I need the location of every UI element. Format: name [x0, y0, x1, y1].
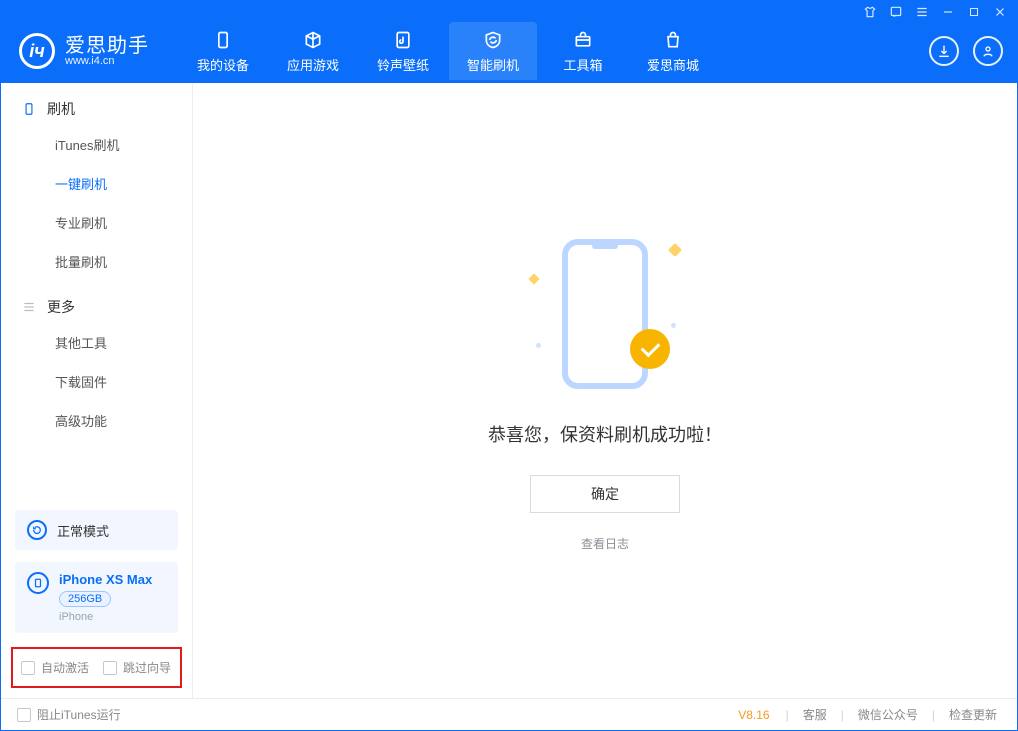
close-icon[interactable] — [993, 5, 1007, 19]
nav-label: 爱思商城 — [647, 55, 699, 74]
sidebar-section-label: 更多 — [47, 297, 75, 317]
device-name: iPhone XS Max — [59, 572, 152, 587]
header: iч 爱思助手 www.i4.cn 我的设备 应用游戏 铃声壁纸 智能刷机 工具… — [1, 23, 1017, 83]
footer-link-update[interactable]: 检查更新 — [945, 706, 1001, 723]
sidebar-section-more: 更多 — [1, 281, 192, 323]
body: 刷机 iTunes刷机 一键刷机 专业刷机 批量刷机 更多 其他工具 下载固件 … — [1, 83, 1017, 698]
footer-link-support[interactable]: 客服 — [799, 706, 831, 723]
top-nav: 我的设备 应用游戏 铃声壁纸 智能刷机 工具箱 爱思商城 — [179, 22, 717, 80]
toolbox-icon — [572, 29, 594, 51]
user-icon[interactable] — [973, 36, 1003, 66]
app-name-en: www.i4.cn — [65, 56, 149, 67]
sidebar-item-oneclick-flash[interactable]: 一键刷机 — [1, 164, 192, 203]
nav-label: 铃声壁纸 — [377, 55, 429, 74]
refresh-shield-icon — [482, 29, 504, 51]
nav-flash[interactable]: 智能刷机 — [449, 22, 537, 80]
footer: 阻止iTunes运行 V8.16 | 客服 | 微信公众号 | 检查更新 — [1, 698, 1017, 730]
feedback-icon[interactable] — [889, 5, 903, 19]
sidebar-item-download-firmware[interactable]: 下载固件 — [1, 362, 192, 401]
download-icon[interactable] — [929, 36, 959, 66]
sidebar-list-flash: iTunes刷机 一键刷机 专业刷机 批量刷机 — [1, 125, 192, 281]
success-illustration — [530, 233, 680, 403]
checkbox-icon — [103, 661, 117, 675]
device-icon-small — [27, 572, 49, 594]
view-log-link[interactable]: 查看日志 — [581, 535, 629, 552]
nav-my-device[interactable]: 我的设备 — [179, 22, 267, 80]
mode-card[interactable]: 正常模式 — [15, 510, 178, 550]
footer-link-wechat[interactable]: 微信公众号 — [854, 706, 922, 723]
opt-label: 自动激活 — [41, 659, 89, 676]
checkbox-icon — [17, 708, 31, 722]
sidebar-item-advanced[interactable]: 高级功能 — [1, 401, 192, 440]
opt-skip-guide[interactable]: 跳过向导 — [103, 659, 171, 676]
nav-store[interactable]: 爱思商城 — [629, 22, 717, 80]
logo[interactable]: iч 爱思助手 www.i4.cn — [19, 33, 149, 69]
nav-label: 应用游戏 — [287, 55, 339, 74]
nav-ringtones[interactable]: 铃声壁纸 — [359, 22, 447, 80]
bag-icon — [662, 29, 684, 51]
logo-icon: iч — [19, 33, 55, 69]
opt-auto-activate[interactable]: 自动激活 — [21, 659, 89, 676]
phone-outline-icon — [562, 239, 648, 389]
device-storage: 256GB — [59, 591, 111, 607]
maximize-icon[interactable] — [967, 5, 981, 19]
nav-label: 工具箱 — [563, 55, 602, 74]
version-label: V8.16 — [738, 708, 769, 722]
sparkle-icon — [668, 243, 682, 257]
sidebar: 刷机 iTunes刷机 一键刷机 专业刷机 批量刷机 更多 其他工具 下载固件 … — [1, 83, 193, 698]
mode-label: 正常模式 — [57, 521, 109, 540]
nav-label: 我的设备 — [197, 55, 249, 74]
sidebar-section-flash: 刷机 — [1, 83, 192, 125]
opt-block-itunes[interactable]: 阻止iTunes运行 — [17, 706, 121, 723]
sidebar-item-batch-flash[interactable]: 批量刷机 — [1, 242, 192, 281]
bottom-options-highlight: 自动激活 跳过向导 — [11, 647, 182, 688]
music-file-icon — [392, 29, 414, 51]
sidebar-item-pro-flash[interactable]: 专业刷机 — [1, 203, 192, 242]
sidebar-item-itunes-flash[interactable]: iTunes刷机 — [1, 125, 192, 164]
tshirt-icon[interactable] — [863, 5, 877, 19]
header-right — [929, 36, 1003, 66]
main-content: 恭喜您，保资料刷机成功啦！ 确定 查看日志 — [193, 83, 1017, 698]
sidebar-section-label: 刷机 — [47, 99, 75, 119]
device-type: iPhone — [59, 611, 152, 623]
list-icon — [21, 299, 37, 315]
minimize-icon[interactable] — [941, 5, 955, 19]
opt-label: 阻止iTunes运行 — [37, 706, 121, 723]
nav-label: 智能刷机 — [467, 55, 519, 74]
mode-icon — [27, 520, 47, 540]
opt-label: 跳过向导 — [123, 659, 171, 676]
titlebar — [1, 1, 1017, 23]
success-message: 恭喜您，保资料刷机成功啦！ — [488, 421, 722, 447]
nav-toolbox[interactable]: 工具箱 — [539, 22, 627, 80]
checkmark-badge-icon — [630, 329, 670, 369]
nav-apps-games[interactable]: 应用游戏 — [269, 22, 357, 80]
menu-icon[interactable] — [915, 5, 929, 19]
cube-icon — [302, 29, 324, 51]
sparkle-icon — [528, 273, 539, 284]
sidebar-list-more: 其他工具 下载固件 高级功能 — [1, 323, 192, 440]
phone-small-icon — [21, 101, 37, 117]
checkbox-icon — [21, 661, 35, 675]
app-name-cn: 爱思助手 — [65, 36, 149, 56]
ok-button[interactable]: 确定 — [530, 475, 680, 513]
device-icon — [212, 29, 234, 51]
sidebar-item-other-tools[interactable]: 其他工具 — [1, 323, 192, 362]
device-card[interactable]: iPhone XS Max 256GB iPhone — [15, 562, 178, 633]
